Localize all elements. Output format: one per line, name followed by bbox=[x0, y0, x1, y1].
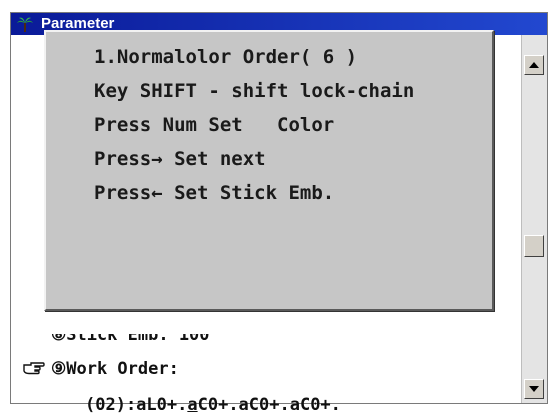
popup-line-3: Press Num Set Color bbox=[94, 114, 335, 136]
arrow-down-icon bbox=[529, 386, 539, 392]
scroll-down-button[interactable] bbox=[524, 379, 544, 399]
scroll-thumb[interactable] bbox=[524, 235, 544, 257]
scroll-up-button[interactable] bbox=[524, 55, 544, 75]
stick-emb-line: ⑧Stick Emb: 100 bbox=[51, 325, 210, 345]
popup-line-1: 1.Normalolor Order( 6 ) bbox=[94, 46, 358, 68]
help-popup: 1.Normalolor Order( 6 ) Key SHIFT - shif… bbox=[44, 30, 494, 311]
work-order-label: ⑨Work Order: bbox=[51, 359, 179, 379]
palm-tree-icon bbox=[17, 17, 33, 32]
work-order-line[interactable]: ⑨Work Order: bbox=[23, 359, 179, 379]
pointing-hand-icon bbox=[23, 362, 45, 375]
vertical-scrollbar[interactable] bbox=[521, 35, 547, 403]
cursor-char: a bbox=[187, 395, 198, 415]
work-order-prefix: (02):aL0+. bbox=[85, 395, 188, 415]
arrow-up-icon bbox=[529, 62, 539, 68]
popup-line-2: Key SHIFT - shift lock-chain bbox=[94, 80, 415, 102]
work-order-value[interactable]: (02):aL0+.aC0+.aC0+.aC0+. bbox=[85, 395, 341, 415]
work-order-suffix: C0+.aC0+.aC0+. bbox=[197, 395, 341, 415]
popup-line-4: Press→ Set next bbox=[94, 148, 266, 170]
popup-line-5: Press← Set Stick Emb. bbox=[94, 182, 335, 204]
